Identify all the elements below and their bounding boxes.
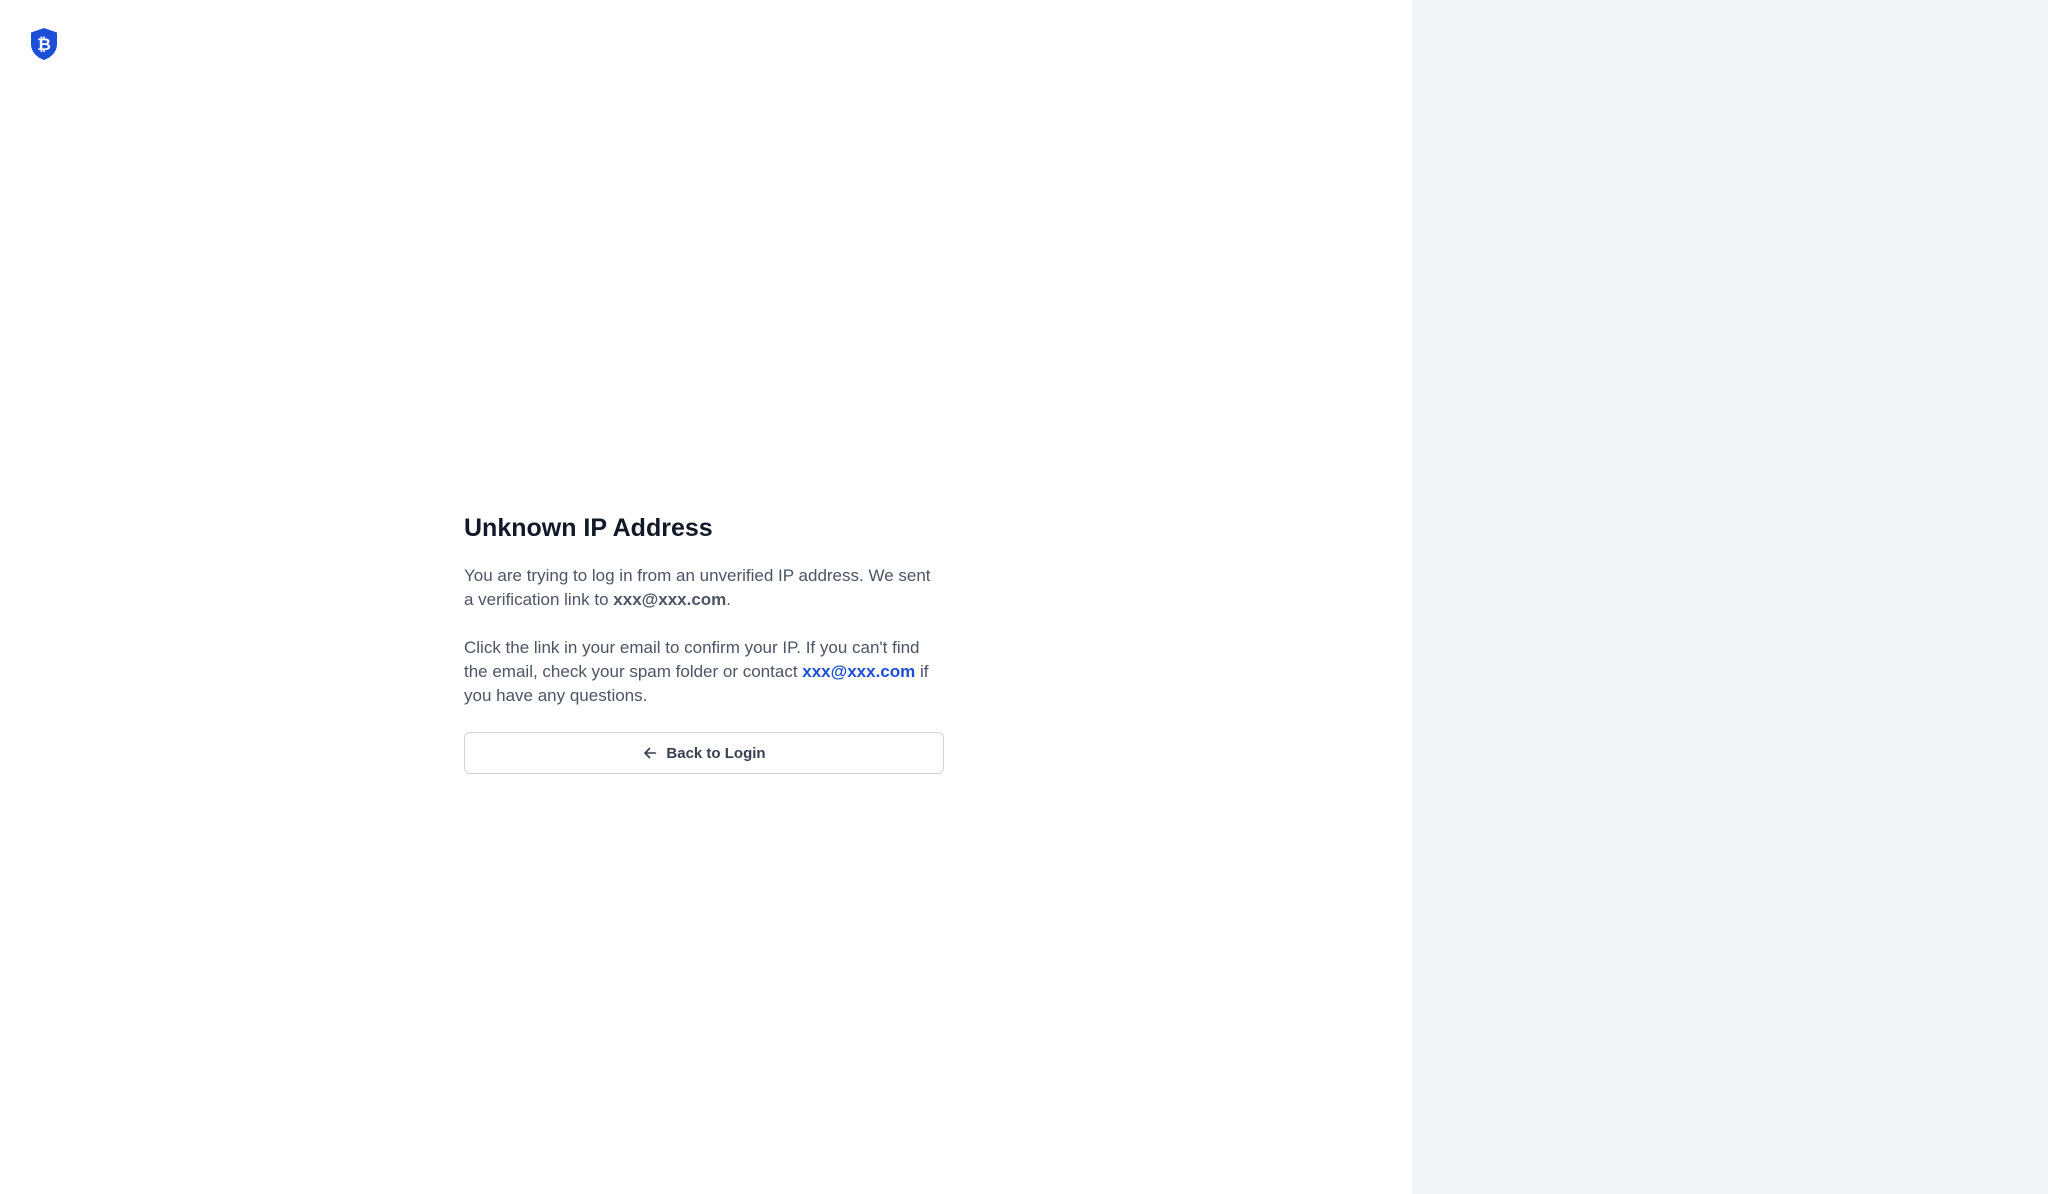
shield-bitcoin-logo-icon: ₿ [31,28,57,60]
back-to-login-label: Back to Login [666,744,766,762]
instructions-message: Click the link in your email to confirm … [464,636,944,708]
page-title: Unknown IP Address [464,514,713,542]
verification-message: You are trying to log in from an unverif… [464,564,944,612]
user-email: xxx@xxx.com [613,590,727,609]
side-panel [1412,0,2048,1194]
arrow-left-icon [644,747,657,759]
page: ₿ Unknown IP Address You are trying to l… [0,0,2048,1194]
logo-glyph: ₿ [37,35,51,55]
support-email-link[interactable]: xxx@xxx.com [802,662,915,681]
verification-message-end: . [726,590,732,609]
verification-notice: Unknown IP Address You are trying to log… [464,510,944,774]
main-pane: ₿ Unknown IP Address You are trying to l… [0,0,1412,1194]
back-to-login-button[interactable]: Back to Login [464,732,944,774]
